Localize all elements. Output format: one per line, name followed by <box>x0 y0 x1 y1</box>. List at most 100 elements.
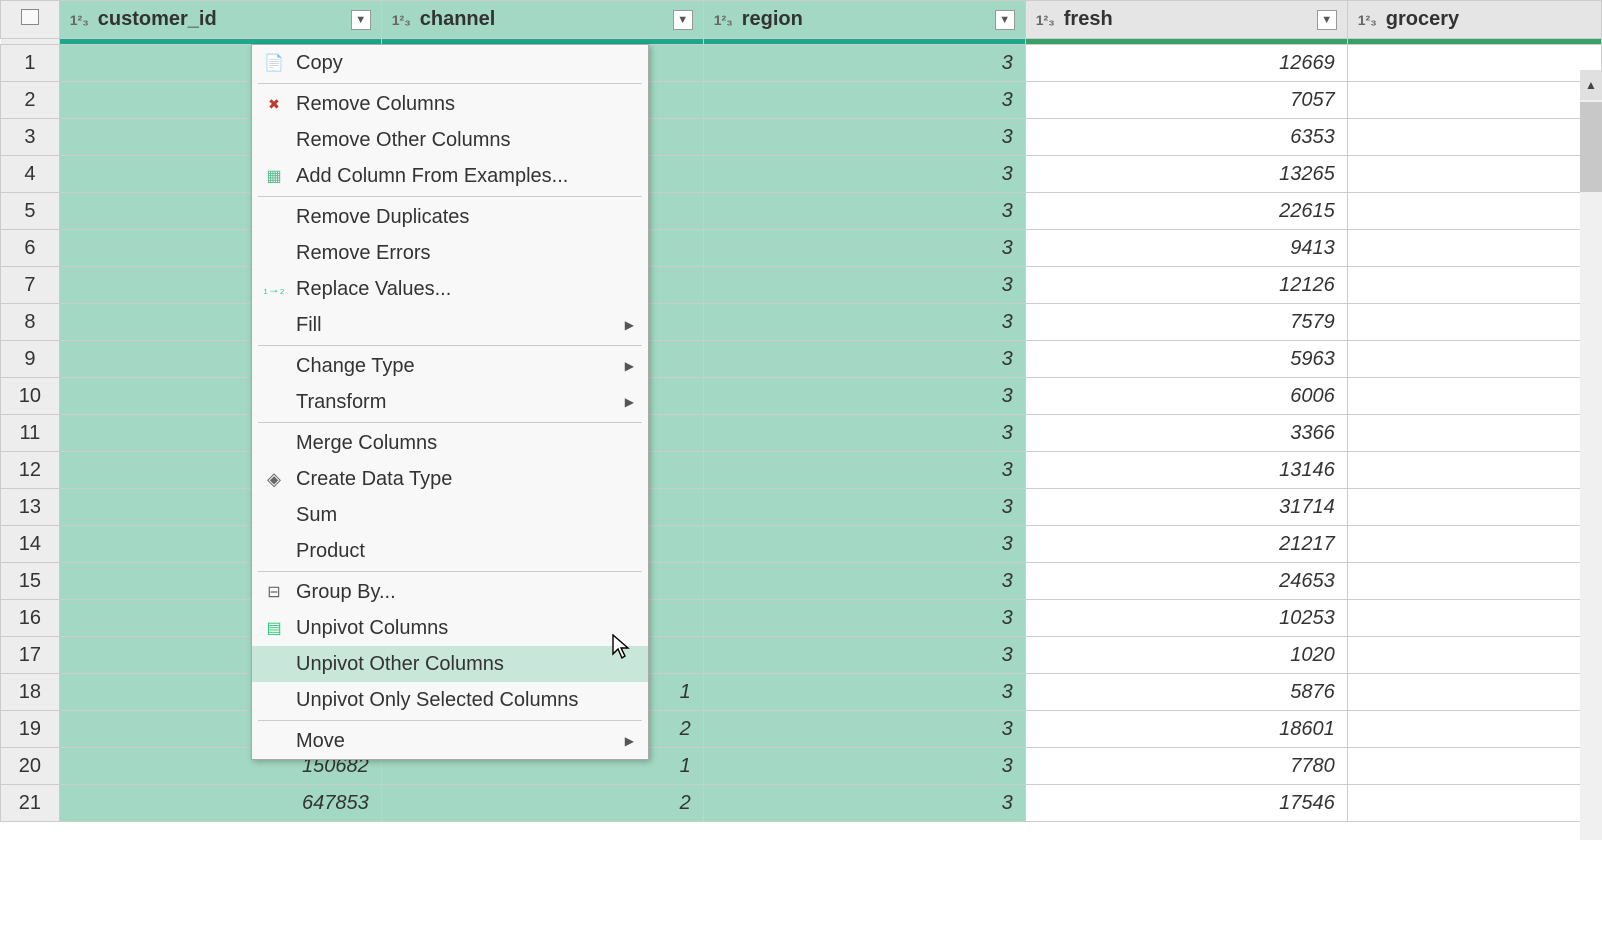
cell-grocery[interactable] <box>1347 415 1601 452</box>
cell-channel[interactable]: 2 <box>381 785 703 822</box>
table-row[interactable]: 336353 <box>1 119 1602 156</box>
cell-grocery[interactable] <box>1347 637 1601 674</box>
cell-grocery[interactable] <box>1347 378 1601 415</box>
row-number[interactable]: 1 <box>1 45 60 82</box>
cell-fresh[interactable]: 7057 <box>1025 82 1347 119</box>
col-header-fresh[interactable]: 1²₃ fresh ▼ <box>1025 1 1347 39</box>
menu-remove-errors[interactable]: Remove Errors <box>252 235 648 271</box>
cell-fresh[interactable]: 12669 <box>1025 45 1347 82</box>
vertical-scrollbar[interactable]: ▲ <box>1580 70 1602 840</box>
cell-fresh[interactable]: 1020 <box>1025 637 1347 674</box>
row-number[interactable]: 10 <box>1 378 60 415</box>
table-row[interactable]: 1731020 <box>1 637 1602 674</box>
menu-create-data-type[interactable]: Create Data Type <box>252 461 648 497</box>
select-all-cell[interactable] <box>1 1 60 39</box>
cell-grocery[interactable] <box>1347 563 1601 600</box>
table-row[interactable]: 837579 <box>1 304 1602 341</box>
table-row[interactable]: 14321217 <box>1 526 1602 563</box>
cell-region[interactable]: 3 <box>703 674 1025 711</box>
cell-region[interactable]: 3 <box>703 156 1025 193</box>
cell-region[interactable]: 3 <box>703 637 1025 674</box>
menu-remove-columns[interactable]: Remove Columns <box>252 86 648 122</box>
table-row[interactable]: 1036006 <box>1 378 1602 415</box>
table-row[interactable]: 216478532317546 <box>1 785 1602 822</box>
row-number[interactable]: 15 <box>1 563 60 600</box>
col-header-region[interactable]: 1²₃ region ▼ <box>703 1 1025 39</box>
menu-change-type[interactable]: Change Type ▶ <box>252 348 648 384</box>
row-number[interactable]: 6 <box>1 230 60 267</box>
table-row[interactable]: 4313265 <box>1 156 1602 193</box>
table-row[interactable]: 7312126 <box>1 267 1602 304</box>
col-header-customer-id[interactable]: 1²₃ customer_id ▼ <box>59 1 381 39</box>
cell-fresh[interactable]: 3366 <box>1025 415 1347 452</box>
cell-region[interactable]: 3 <box>703 711 1025 748</box>
cell-grocery[interactable] <box>1347 156 1601 193</box>
cell-fresh[interactable]: 13146 <box>1025 452 1347 489</box>
cell-grocery[interactable] <box>1347 193 1601 230</box>
table-row[interactable]: 18430708135876 <box>1 674 1602 711</box>
cell-grocery[interactable] <box>1347 674 1601 711</box>
menu-unpivot-columns[interactable]: Unpivot Columns <box>252 610 648 646</box>
cell-grocery[interactable] <box>1347 45 1601 82</box>
menu-product[interactable]: Product <box>252 533 648 569</box>
filter-dropdown-icon[interactable]: ▼ <box>673 10 693 30</box>
cell-grocery[interactable] <box>1347 304 1601 341</box>
cell-grocery[interactable] <box>1347 452 1601 489</box>
cell-region[interactable]: 3 <box>703 82 1025 119</box>
cell-fresh[interactable]: 6353 <box>1025 119 1347 156</box>
menu-transform[interactable]: Transform ▶ <box>252 384 648 420</box>
row-number[interactable]: 8 <box>1 304 60 341</box>
cell-region[interactable]: 3 <box>703 785 1025 822</box>
cell-fresh[interactable]: 18601 <box>1025 711 1347 748</box>
cell-region[interactable]: 3 <box>703 341 1025 378</box>
cell-fresh[interactable]: 24653 <box>1025 563 1347 600</box>
cell-grocery[interactable] <box>1347 600 1601 637</box>
cell-region[interactable]: 3 <box>703 600 1025 637</box>
cell-grocery[interactable] <box>1347 82 1601 119</box>
row-number[interactable]: 9 <box>1 341 60 378</box>
table-row[interactable]: 16310253 <box>1 600 1602 637</box>
cell-grocery[interactable] <box>1347 489 1601 526</box>
cell-fresh[interactable]: 10253 <box>1025 600 1347 637</box>
cell-fresh[interactable]: 31714 <box>1025 489 1347 526</box>
row-number[interactable]: 14 <box>1 526 60 563</box>
menu-merge-columns[interactable]: Merge Columns <box>252 425 648 461</box>
cell-fresh[interactable]: 22615 <box>1025 193 1347 230</box>
cell-fresh[interactable]: 7780 <box>1025 748 1347 785</box>
filter-dropdown-icon[interactable]: ▼ <box>995 10 1015 30</box>
menu-move[interactable]: Move ▶ <box>252 723 648 759</box>
table-row[interactable]: 20150682137780 <box>1 748 1602 785</box>
cell-grocery[interactable] <box>1347 526 1601 563</box>
cell-region[interactable]: 3 <box>703 378 1025 415</box>
filter-dropdown-icon[interactable]: ▼ <box>351 10 371 30</box>
table-row[interactable]: 5322615 <box>1 193 1602 230</box>
cell-region[interactable]: 3 <box>703 489 1025 526</box>
table-row[interactable]: 1133366 <box>1 415 1602 452</box>
cell-grocery[interactable] <box>1347 748 1601 785</box>
cell-grocery[interactable] <box>1347 267 1601 304</box>
filter-dropdown-icon[interactable]: ▼ <box>1317 10 1337 30</box>
cell-fresh[interactable]: 12126 <box>1025 267 1347 304</box>
row-number[interactable]: 13 <box>1 489 60 526</box>
cell-fresh[interactable]: 13265 <box>1025 156 1347 193</box>
menu-remove-duplicates[interactable]: Remove Duplicates <box>252 199 648 235</box>
row-number[interactable]: 18 <box>1 674 60 711</box>
table-row[interactable]: 194745892318601 <box>1 711 1602 748</box>
menu-unpivot-other-columns[interactable]: Unpivot Other Columns <box>252 646 648 682</box>
table-row[interactable]: 237057 <box>1 82 1602 119</box>
cell-fresh[interactable]: 5876 <box>1025 674 1347 711</box>
cell-grocery[interactable] <box>1347 785 1601 822</box>
cell-region[interactable]: 3 <box>703 119 1025 156</box>
cell-customer-id[interactable]: 647853 <box>59 785 381 822</box>
cell-grocery[interactable] <box>1347 341 1601 378</box>
row-number[interactable]: 5 <box>1 193 60 230</box>
row-number[interactable]: 12 <box>1 452 60 489</box>
cell-region[interactable]: 3 <box>703 748 1025 785</box>
row-number[interactable]: 19 <box>1 711 60 748</box>
menu-group-by[interactable]: Group By... <box>252 574 648 610</box>
cell-fresh[interactable]: 9413 <box>1025 230 1347 267</box>
table-row[interactable]: 15324653 <box>1 563 1602 600</box>
table-row[interactable]: 1312669 <box>1 45 1602 82</box>
col-header-grocery[interactable]: 1²₃ grocery <box>1347 1 1601 39</box>
menu-unpivot-only-selected[interactable]: Unpivot Only Selected Columns <box>252 682 648 718</box>
